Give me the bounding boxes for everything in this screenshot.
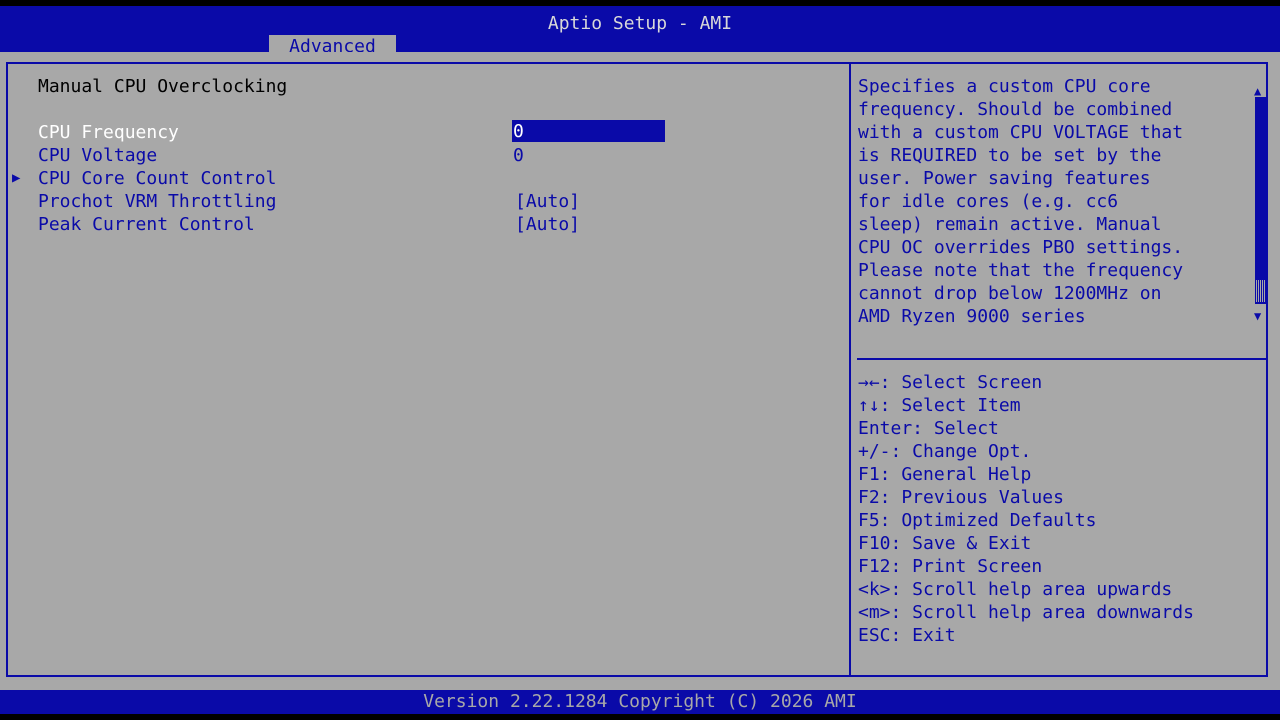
help-line: Please note that the frequency [858, 260, 1184, 281]
cpu-frequency-value-field[interactable]: 0 [512, 120, 665, 142]
key-hint: Enter: Select [858, 418, 999, 439]
submenu-arrow-icon: ▶ [12, 170, 21, 186]
help-line: sleep) remain active. Manual [858, 214, 1162, 235]
key-hint: ↑↓: Select Item [858, 395, 1021, 416]
help-line: is REQUIRED to be set by the [858, 145, 1162, 166]
key-hint: →←: Select Screen [858, 372, 1043, 393]
key-hint: <k>: Scroll help area upwards [858, 579, 1173, 600]
setting-cpu-voltage[interactable]: CPU Voltage [38, 144, 157, 167]
setting-cpu-frequency[interactable]: CPU Frequency [38, 121, 179, 144]
version-footer: Version 2.22.1284 Copyright (C) 2026 AMI [0, 690, 1280, 714]
key-hint: F10: Save & Exit [858, 533, 1032, 554]
key-hint: +/-: Change Opt. [858, 441, 1032, 462]
help-line: user. Power saving features [858, 168, 1151, 189]
help-line: Specifies a custom CPU core [858, 76, 1151, 97]
key-hint: F5: Optimized Defaults [858, 510, 1097, 531]
key-hint: F1: General Help [858, 464, 1032, 485]
app-title: Aptio Setup - AMI [547, 13, 733, 34]
help-line: AMD Ryzen 9000 series [858, 306, 1086, 327]
help-line: for idle cores (e.g. cc6 [858, 191, 1119, 212]
help-divider [857, 358, 1267, 360]
scroll-down-icon[interactable]: ▼ [1254, 305, 1261, 328]
setting-prochot-vrm-throttling[interactable]: Prochot VRM Throttling [38, 190, 276, 213]
help-line: frequency. Should be combined [858, 99, 1173, 120]
help-text: Specifies a custom CPU core frequency. S… [858, 75, 1248, 328]
help-scrollbar[interactable] [1255, 97, 1266, 304]
prochot-vrm-throttling-value[interactable]: [Auto] [515, 190, 580, 213]
page-title: Manual CPU Overclocking [38, 76, 288, 97]
key-legend: →←: Select Screen ↑↓: Select Item Enter:… [858, 371, 1194, 647]
setting-peak-current-control[interactable]: Peak Current Control [38, 213, 255, 236]
key-hint: ESC: Exit [858, 625, 956, 646]
help-line: cannot drop below 1200MHz on [858, 283, 1162, 304]
key-hint: <m>: Scroll help area downwards [858, 602, 1194, 623]
cpu-voltage-value[interactable]: 0 [513, 144, 524, 167]
key-hint: F12: Print Screen [858, 556, 1043, 577]
help-line: with a custom CPU VOLTAGE that [858, 122, 1184, 143]
help-line: CPU OC overrides PBO settings. [858, 237, 1184, 258]
scrollbar-thumb[interactable] [1255, 280, 1266, 302]
peak-current-control-value[interactable]: [Auto] [515, 213, 580, 236]
title-bar: Aptio Setup - AMI Advanced [0, 6, 1280, 58]
submenu-cpu-core-count-control[interactable]: CPU Core Count Control [38, 167, 276, 190]
main-panel: Manual CPU Overclocking CPU Frequency 0 … [0, 52, 1280, 690]
key-hint: F2: Previous Values [858, 487, 1064, 508]
vertical-divider [849, 62, 851, 677]
